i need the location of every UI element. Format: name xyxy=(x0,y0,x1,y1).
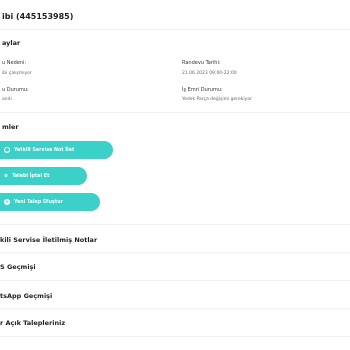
send-note-button[interactable]: ● Yetkili Servise Not İlet xyxy=(0,141,113,159)
accordion-open-requests[interactable]: r Açık Talepleriniz xyxy=(0,319,65,327)
reason-label: u Nedeni: xyxy=(2,60,27,66)
details-section-title: aylar xyxy=(2,39,21,47)
status-label: u Durumu: xyxy=(2,87,29,93)
cancel-icon: ⊘ xyxy=(4,173,9,179)
plus-icon: + xyxy=(4,199,10,205)
accordion-divider xyxy=(0,280,350,281)
send-note-button-label: Yetkili Servise Not İlet xyxy=(14,147,75,153)
actions-section-title: mler xyxy=(2,123,19,131)
new-request-button-label: Yeni Talep Oluştur xyxy=(14,199,63,205)
accordion-whatsapp-history[interactable]: tsApp Geçmişi xyxy=(0,292,52,300)
cancel-request-button[interactable]: ⊘ Talebi İptal Et xyxy=(0,167,87,185)
new-request-button[interactable]: + Yeni Talep Oluştur xyxy=(0,193,100,211)
accordion-divider xyxy=(0,252,350,253)
chat-icon: ● xyxy=(4,147,10,153)
appointment-date-label: Randevu Tarihi: xyxy=(182,60,221,66)
cancel-request-button-label: Talebi İptal Et xyxy=(12,173,50,179)
status-value: andı xyxy=(2,97,12,102)
page-title: ibi (445153985) xyxy=(2,12,74,21)
work-order-status-label: İş Emri Durumu: xyxy=(182,87,223,93)
work-order-status-value: Yedek Parça değişimi gerekiyor xyxy=(182,97,252,102)
accordion-divider xyxy=(0,336,350,337)
title-divider xyxy=(0,29,350,30)
appointment-date-value: 21.06.2023 09:00-22:00 xyxy=(182,71,237,76)
details-divider xyxy=(0,112,350,113)
actions-divider xyxy=(0,224,350,225)
accordion-sms-history[interactable]: S Geçmişi xyxy=(0,263,36,271)
accordion-service-notes[interactable]: kili Servise İletilmiş Notlar xyxy=(0,236,97,244)
reason-value: ibi çalışmıyor xyxy=(2,71,32,76)
accordion-divider xyxy=(0,308,350,309)
